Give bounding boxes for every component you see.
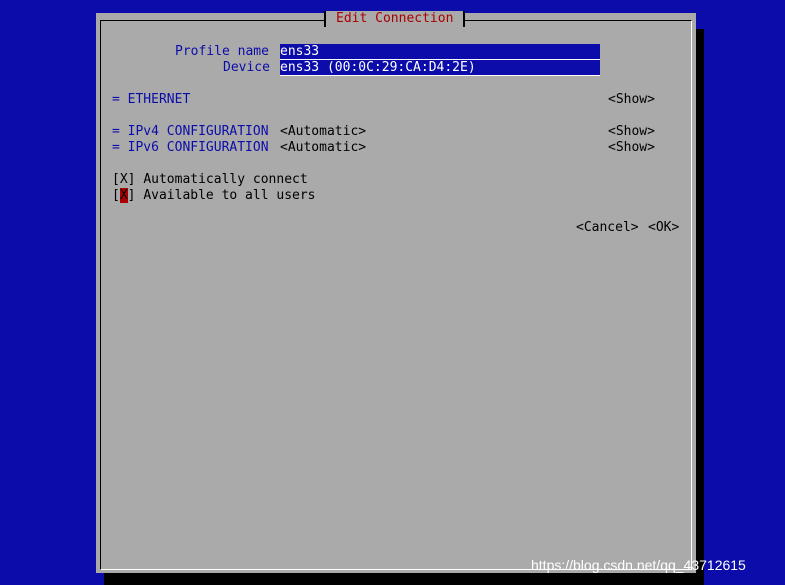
ipv6-section-label: = IPv6 CONFIGURATION: [112, 140, 269, 155]
ipv4-show-button[interactable]: <Show>: [608, 124, 655, 140]
device-label: Device: [223, 60, 270, 75]
profile-name-label: Profile name: [175, 44, 269, 59]
ethernet-show-button[interactable]: <Show>: [608, 92, 655, 108]
checkbox-close-bracket: ]: [127, 188, 136, 203]
all-users-label: Available to all users: [143, 188, 316, 203]
checkbox-open-bracket: [: [112, 188, 120, 203]
ipv6-show-button[interactable]: <Show>: [608, 140, 655, 156]
ipv6-mode-dropdown[interactable]: <Automatic>: [280, 140, 366, 156]
ok-button[interactable]: <OK>: [648, 220, 679, 236]
checkbox-mark: X: [119, 172, 128, 187]
cancel-button[interactable]: <Cancel>: [576, 220, 639, 236]
checkbox-close-bracket: ]: [127, 172, 136, 187]
checkbox-open-bracket: [: [112, 172, 120, 187]
all-users-checkbox[interactable]: [X] Available to all users: [112, 188, 316, 204]
auto-connect-label: Automatically connect: [143, 172, 308, 187]
ethernet-section-label[interactable]: = ETHERNET: [112, 92, 190, 108]
profile-name-field[interactable]: ens33: [280, 44, 600, 60]
auto-connect-checkbox[interactable]: [X] Automatically connect: [112, 172, 308, 188]
watermark-text: https://blog.csdn.net/qq_43712615: [531, 557, 746, 573]
ipv4-mode-dropdown[interactable]: <Automatic>: [280, 124, 366, 140]
checkbox-mark-focused: X: [119, 188, 128, 203]
device-field[interactable]: ens33 (00:0C:29:CA:D4:2E): [280, 60, 600, 76]
dialog-title: Edit Connection: [324, 11, 466, 27]
ipv4-section-label: = IPv4 CONFIGURATION: [112, 124, 269, 139]
edit-connection-dialog: Edit Connection Profile name ens33 Devic…: [96, 11, 696, 573]
